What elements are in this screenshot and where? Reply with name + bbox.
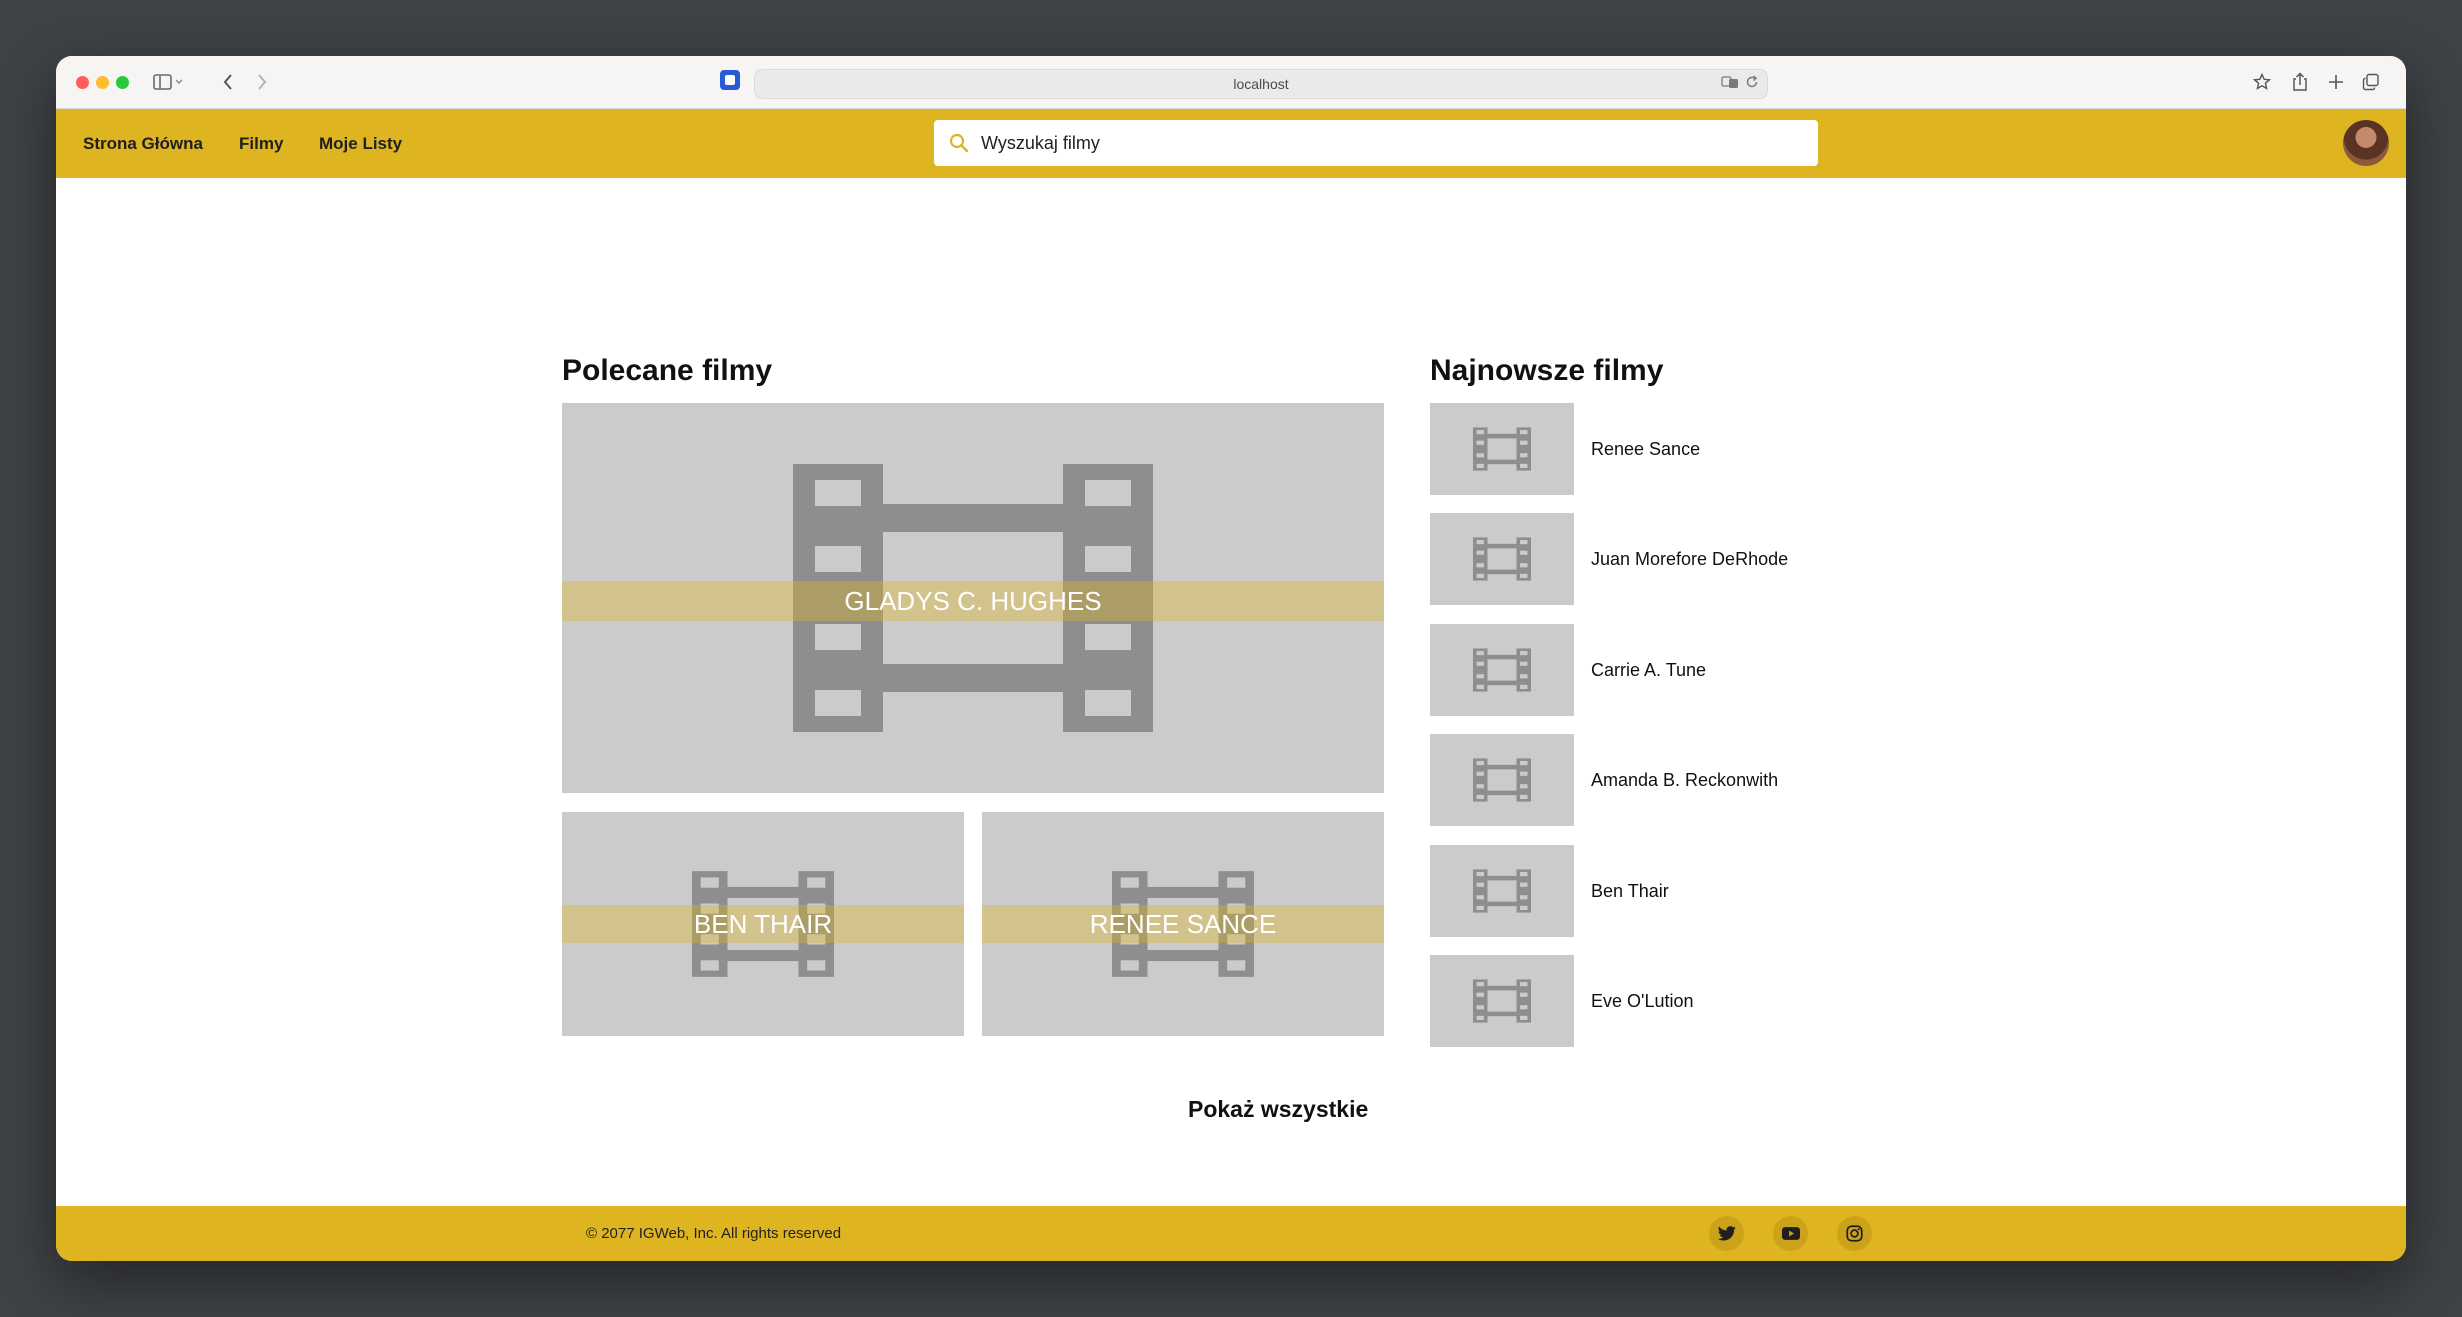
close-window-button[interactable]	[76, 76, 89, 89]
newest-item[interactable]: Amanda B. Reckonwith	[1430, 734, 1830, 827]
bookmark-star-icon[interactable]	[2252, 70, 2272, 94]
instagram-link[interactable]	[1837, 1216, 1872, 1251]
newest-item-thumbnail	[1430, 403, 1574, 495]
site-footer: © 2077 IGWeb, Inc. All rights reserved	[56, 1206, 2406, 1261]
site-favicon-icon	[720, 70, 740, 90]
newest-item-thumbnail	[1430, 513, 1574, 606]
translate-icon[interactable]	[1721, 70, 1739, 98]
newest-item[interactable]: Carrie A. Tune	[1430, 623, 1830, 716]
tab-overview-icon[interactable]	[2360, 70, 2382, 94]
search-input[interactable]	[981, 120, 1801, 166]
newest-item-title: Renee Sance	[1591, 439, 1701, 459]
sidebar-toggle-icon[interactable]	[148, 70, 188, 94]
search-box	[934, 120, 1818, 166]
featured-tile-title: Ben Thair	[562, 905, 964, 943]
browser-toolbar: localhost	[56, 56, 2406, 109]
browser-window: localhost Strona Główna Filmy Moje Listy…	[56, 56, 2406, 1261]
youtube-icon	[1781, 1227, 1800, 1240]
twitter-icon	[1717, 1226, 1736, 1241]
film-reel-icon	[1473, 758, 1531, 802]
newest-item-thumbnail	[1430, 734, 1574, 827]
copyright-text: © 2077 IGWeb, Inc. All rights reserved	[586, 1225, 842, 1242]
newest-item[interactable]: Ben Thair	[1430, 844, 1830, 937]
reload-icon[interactable]	[1745, 70, 1759, 98]
featured-main-title: Gladys C. Hughes	[562, 581, 1384, 621]
film-reel-icon	[1473, 427, 1531, 471]
search-icon	[949, 133, 969, 153]
youtube-link[interactable]	[1773, 1216, 1808, 1251]
newest-item-thumbnail	[1430, 955, 1574, 1047]
address-bar-url: localhost	[1233, 76, 1289, 92]
instagram-icon	[1846, 1225, 1863, 1242]
back-icon[interactable]	[218, 70, 238, 94]
newest-item-title: Eve O'Lution	[1591, 991, 1694, 1011]
nav-home-link[interactable]: Strona Główna	[83, 109, 203, 178]
featured-tile[interactable]: Ben Thair	[562, 812, 964, 1036]
newest-item[interactable]: Eve O'Lution	[1430, 955, 1830, 1047]
newest-item-title: Amanda B. Reckonwith	[1591, 770, 1779, 791]
newest-item-thumbnail	[1430, 623, 1574, 716]
show-all-link[interactable]: Pokaż wszystkie	[1188, 1096, 1368, 1123]
newest-heading: Najnowsze filmy	[1430, 354, 1664, 387]
newest-item-title: Juan Morefore DeRhode	[1591, 549, 1789, 570]
film-reel-icon	[1473, 869, 1531, 913]
site-header: Strona Główna Filmy Moje Listy	[56, 109, 2406, 178]
nav-my-lists-link[interactable]: Moje Listy	[319, 109, 402, 178]
forward-icon[interactable]	[252, 70, 272, 94]
share-icon[interactable]	[2290, 70, 2310, 94]
featured-main-tile[interactable]: Gladys C. Hughes	[562, 403, 1384, 793]
address-bar[interactable]: localhost	[754, 69, 1768, 99]
newest-item-thumbnail	[1430, 844, 1574, 937]
featured-tile-title: Renee Sance	[982, 905, 1384, 943]
newest-item[interactable]: Juan Morefore DeRhode	[1430, 513, 1830, 606]
featured-heading: Polecane filmy	[562, 354, 773, 387]
featured-tile[interactable]: Renee Sance	[982, 812, 1384, 1036]
nav-movies-link[interactable]: Filmy	[239, 109, 283, 178]
newest-item-title: Ben Thair	[1591, 880, 1669, 901]
newest-item-title: Carrie A. Tune	[1591, 659, 1707, 680]
user-avatar[interactable]	[2343, 120, 2389, 166]
twitter-link[interactable]	[1709, 1216, 1744, 1251]
zoom-window-button[interactable]	[116, 76, 129, 89]
film-reel-icon	[1473, 979, 1531, 1023]
minimize-window-button[interactable]	[96, 76, 109, 89]
newest-item[interactable]: Renee Sance	[1430, 403, 1830, 495]
film-reel-icon	[1473, 648, 1531, 692]
film-reel-icon	[1473, 537, 1531, 581]
new-tab-icon[interactable]	[2326, 70, 2346, 94]
